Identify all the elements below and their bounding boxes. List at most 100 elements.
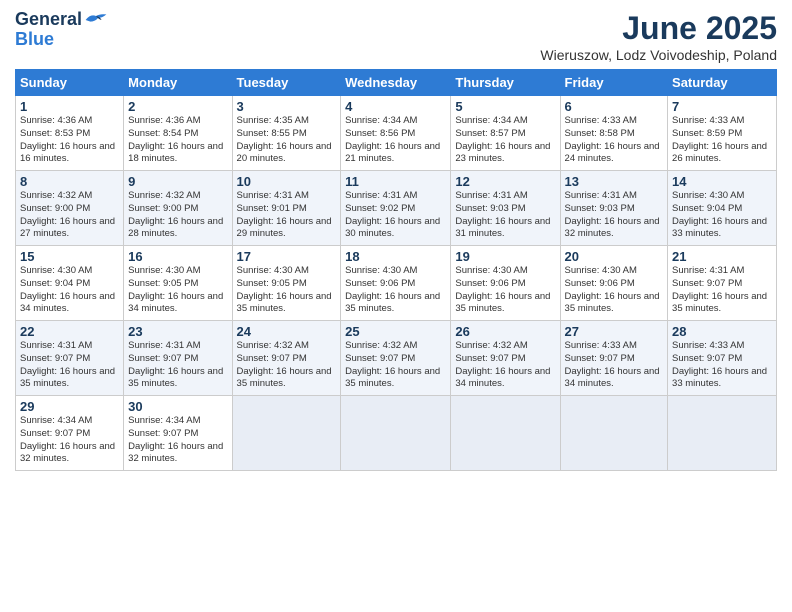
calendar-cell: 3Sunrise: 4:35 AMSunset: 8:55 PMDaylight… (232, 96, 341, 171)
day-info: Sunrise: 4:31 AMSunset: 9:02 PMDaylight:… (345, 190, 446, 241)
calendar-table: SundayMondayTuesdayWednesdayThursdayFrid… (15, 69, 777, 471)
calendar-cell: 4Sunrise: 4:34 AMSunset: 8:56 PMDaylight… (341, 96, 451, 171)
calendar-cell: 9Sunrise: 4:32 AMSunset: 9:00 PMDaylight… (124, 171, 232, 246)
day-number: 7 (672, 99, 772, 114)
day-number: 23 (128, 324, 227, 339)
calendar-cell: 25Sunrise: 4:32 AMSunset: 9:07 PMDayligh… (341, 321, 451, 396)
day-info: Sunrise: 4:34 AMSunset: 9:07 PMDaylight:… (20, 415, 119, 466)
day-info: Sunrise: 4:30 AMSunset: 9:05 PMDaylight:… (237, 265, 337, 316)
calendar-cell: 7Sunrise: 4:33 AMSunset: 8:59 PMDaylight… (668, 96, 777, 171)
calendar-week-row: 15Sunrise: 4:30 AMSunset: 9:04 PMDayligh… (16, 246, 777, 321)
calendar-cell (451, 396, 560, 471)
day-number: 16 (128, 249, 227, 264)
day-number: 17 (237, 249, 337, 264)
header: General Blue June 2025 Wieruszow, Lodz V… (15, 10, 777, 63)
day-number: 4 (345, 99, 446, 114)
day-info: Sunrise: 4:33 AMSunset: 9:07 PMDaylight:… (565, 340, 664, 391)
title-area: June 2025 Wieruszow, Lodz Voivodeship, P… (540, 10, 777, 63)
calendar-week-row: 22Sunrise: 4:31 AMSunset: 9:07 PMDayligh… (16, 321, 777, 396)
day-info: Sunrise: 4:30 AMSunset: 9:05 PMDaylight:… (128, 265, 227, 316)
calendar-cell (341, 396, 451, 471)
day-number: 2 (128, 99, 227, 114)
day-info: Sunrise: 4:34 AMSunset: 9:07 PMDaylight:… (128, 415, 227, 466)
day-number: 3 (237, 99, 337, 114)
day-info: Sunrise: 4:36 AMSunset: 8:54 PMDaylight:… (128, 115, 227, 166)
day-info: Sunrise: 4:36 AMSunset: 8:53 PMDaylight:… (20, 115, 119, 166)
day-info: Sunrise: 4:32 AMSunset: 9:00 PMDaylight:… (20, 190, 119, 241)
day-number: 27 (565, 324, 664, 339)
calendar-cell: 19Sunrise: 4:30 AMSunset: 9:06 PMDayligh… (451, 246, 560, 321)
calendar-cell: 17Sunrise: 4:30 AMSunset: 9:05 PMDayligh… (232, 246, 341, 321)
calendar-week-row: 1Sunrise: 4:36 AMSunset: 8:53 PMDaylight… (16, 96, 777, 171)
day-info: Sunrise: 4:30 AMSunset: 9:06 PMDaylight:… (565, 265, 664, 316)
day-number: 12 (455, 174, 555, 189)
calendar-cell: 20Sunrise: 4:30 AMSunset: 9:06 PMDayligh… (560, 246, 668, 321)
day-info: Sunrise: 4:32 AMSunset: 9:07 PMDaylight:… (237, 340, 337, 391)
day-header-sunday: Sunday (16, 70, 124, 96)
day-number: 10 (237, 174, 337, 189)
calendar-cell: 5Sunrise: 4:34 AMSunset: 8:57 PMDaylight… (451, 96, 560, 171)
day-number: 21 (672, 249, 772, 264)
day-number: 8 (20, 174, 119, 189)
calendar-cell: 28Sunrise: 4:33 AMSunset: 9:07 PMDayligh… (668, 321, 777, 396)
calendar-cell: 12Sunrise: 4:31 AMSunset: 9:03 PMDayligh… (451, 171, 560, 246)
day-number: 5 (455, 99, 555, 114)
calendar-cell: 8Sunrise: 4:32 AMSunset: 9:00 PMDaylight… (16, 171, 124, 246)
day-info: Sunrise: 4:30 AMSunset: 9:06 PMDaylight:… (455, 265, 555, 316)
day-info: Sunrise: 4:31 AMSunset: 9:03 PMDaylight:… (455, 190, 555, 241)
day-number: 29 (20, 399, 119, 414)
day-header-tuesday: Tuesday (232, 70, 341, 96)
calendar-cell: 23Sunrise: 4:31 AMSunset: 9:07 PMDayligh… (124, 321, 232, 396)
day-number: 24 (237, 324, 337, 339)
day-number: 9 (128, 174, 227, 189)
day-number: 13 (565, 174, 664, 189)
logo-bird-icon (84, 11, 108, 29)
calendar-cell: 16Sunrise: 4:30 AMSunset: 9:05 PMDayligh… (124, 246, 232, 321)
calendar-week-row: 8Sunrise: 4:32 AMSunset: 9:00 PMDaylight… (16, 171, 777, 246)
logo-general: General (15, 10, 82, 30)
day-info: Sunrise: 4:32 AMSunset: 9:07 PMDaylight:… (345, 340, 446, 391)
logo-blue: Blue (15, 30, 54, 50)
calendar-title: June 2025 (540, 10, 777, 47)
day-info: Sunrise: 4:31 AMSunset: 9:07 PMDaylight:… (20, 340, 119, 391)
day-number: 25 (345, 324, 446, 339)
day-number: 18 (345, 249, 446, 264)
day-number: 14 (672, 174, 772, 189)
day-header-saturday: Saturday (668, 70, 777, 96)
calendar-header-row: SundayMondayTuesdayWednesdayThursdayFrid… (16, 70, 777, 96)
day-info: Sunrise: 4:34 AMSunset: 8:56 PMDaylight:… (345, 115, 446, 166)
calendar-week-row: 29Sunrise: 4:34 AMSunset: 9:07 PMDayligh… (16, 396, 777, 471)
day-info: Sunrise: 4:33 AMSunset: 9:07 PMDaylight:… (672, 340, 772, 391)
calendar-cell: 27Sunrise: 4:33 AMSunset: 9:07 PMDayligh… (560, 321, 668, 396)
day-header-monday: Monday (124, 70, 232, 96)
calendar-cell: 29Sunrise: 4:34 AMSunset: 9:07 PMDayligh… (16, 396, 124, 471)
day-number: 6 (565, 99, 664, 114)
calendar-cell: 24Sunrise: 4:32 AMSunset: 9:07 PMDayligh… (232, 321, 341, 396)
day-number: 20 (565, 249, 664, 264)
day-info: Sunrise: 4:31 AMSunset: 9:07 PMDaylight:… (128, 340, 227, 391)
day-number: 26 (455, 324, 555, 339)
day-info: Sunrise: 4:31 AMSunset: 9:03 PMDaylight:… (565, 190, 664, 241)
calendar-cell: 11Sunrise: 4:31 AMSunset: 9:02 PMDayligh… (341, 171, 451, 246)
day-info: Sunrise: 4:30 AMSunset: 9:06 PMDaylight:… (345, 265, 446, 316)
logo: General Blue (15, 10, 108, 50)
day-info: Sunrise: 4:35 AMSunset: 8:55 PMDaylight:… (237, 115, 337, 166)
day-info: Sunrise: 4:31 AMSunset: 9:01 PMDaylight:… (237, 190, 337, 241)
day-number: 15 (20, 249, 119, 264)
day-number: 28 (672, 324, 772, 339)
calendar-cell: 14Sunrise: 4:30 AMSunset: 9:04 PMDayligh… (668, 171, 777, 246)
day-info: Sunrise: 4:30 AMSunset: 9:04 PMDaylight:… (672, 190, 772, 241)
day-info: Sunrise: 4:34 AMSunset: 8:57 PMDaylight:… (455, 115, 555, 166)
day-info: Sunrise: 4:33 AMSunset: 8:59 PMDaylight:… (672, 115, 772, 166)
calendar-location: Wieruszow, Lodz Voivodeship, Poland (540, 47, 777, 63)
day-info: Sunrise: 4:32 AMSunset: 9:00 PMDaylight:… (128, 190, 227, 241)
day-number: 11 (345, 174, 446, 189)
main-container: General Blue June 2025 Wieruszow, Lodz V… (0, 0, 792, 481)
calendar-cell: 26Sunrise: 4:32 AMSunset: 9:07 PMDayligh… (451, 321, 560, 396)
day-info: Sunrise: 4:30 AMSunset: 9:04 PMDaylight:… (20, 265, 119, 316)
calendar-cell: 18Sunrise: 4:30 AMSunset: 9:06 PMDayligh… (341, 246, 451, 321)
calendar-cell (232, 396, 341, 471)
calendar-cell: 30Sunrise: 4:34 AMSunset: 9:07 PMDayligh… (124, 396, 232, 471)
day-number: 30 (128, 399, 227, 414)
day-number: 22 (20, 324, 119, 339)
